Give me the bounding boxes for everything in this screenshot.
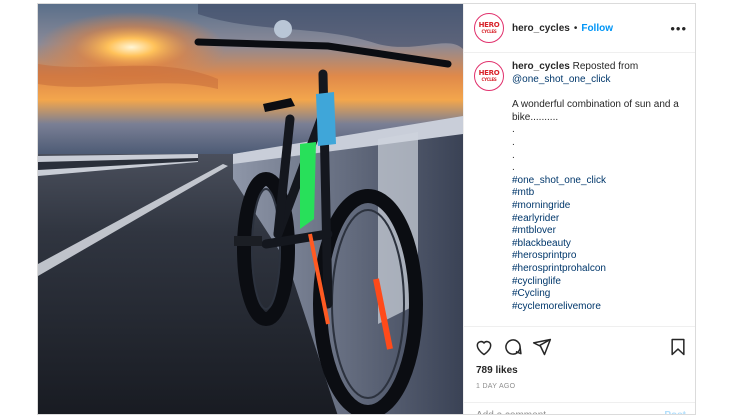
share-icon[interactable] (532, 337, 552, 357)
caption-avatar[interactable]: HERO CYCLES (474, 61, 504, 91)
hero-cycles-logo: HERO CYCLES (478, 69, 500, 83)
account-avatar[interactable]: HERO CYCLES (474, 13, 504, 43)
logo-bottom: CYCLES (481, 77, 497, 82)
post-sidebar: HERO CYCLES hero_cycles • Follow ••• HER… (463, 4, 695, 414)
hashtag-link[interactable]: #earlyrider (512, 213, 682, 226)
hashtag-link[interactable]: #mtb (512, 187, 682, 200)
hashtag-link[interactable]: #cyclinglife (512, 276, 682, 289)
more-options-icon[interactable]: ••• (670, 21, 687, 36)
caption-dots: . . . . (512, 124, 682, 174)
caption: HERO CYCLES hero_cycles Reposted from @o… (464, 53, 695, 313)
hashtag-link[interactable]: #herosprintprohalcon (512, 263, 682, 276)
hashtag-link[interactable]: #blackbeauty (512, 238, 682, 251)
logo-bottom: CYCLES (481, 29, 497, 34)
source-handle-link[interactable]: @one_shot_one_click (512, 74, 611, 85)
hashtag-link[interactable]: #Cycling (512, 288, 682, 301)
caption-dot: . (512, 162, 515, 174)
hashtag-link[interactable]: #herosprintpro (512, 250, 682, 263)
hashtag-link[interactable]: #one_shot_one_click (512, 175, 682, 188)
separator-dot: • (573, 22, 578, 34)
post-comment-button[interactable]: Post (664, 404, 686, 414)
reposted-text: Reposted from (572, 61, 639, 72)
caption-dot: . (512, 136, 515, 148)
post-actions-section: 789 likes 1 DAY AGO Post (464, 326, 695, 414)
heart-icon[interactable] (474, 337, 494, 357)
bicycle-sunset-photo (38, 4, 463, 414)
post-date[interactable]: 1 DAY AGO (464, 376, 695, 390)
hashtag-link[interactable]: #mtblover (512, 225, 682, 238)
bookmark-icon[interactable] (668, 337, 688, 357)
caption-username[interactable]: hero_cycles (512, 61, 570, 72)
caption-dot: . (512, 124, 515, 136)
action-bar (464, 327, 695, 359)
instagram-post: HERO CYCLES hero_cycles • Follow ••• HER… (37, 3, 696, 415)
hero-cycles-logo: HERO CYCLES (478, 21, 500, 35)
caption-text: A wonderful combination of sun and a bik… (512, 99, 679, 123)
post-photo[interactable] (38, 4, 463, 414)
post-header: HERO CYCLES hero_cycles • Follow ••• (464, 4, 695, 53)
add-comment-row: Post (464, 402, 695, 414)
logo-top: HERO (478, 21, 500, 29)
hashtag-list: #one_shot_one_click #mtb #morningride #e… (512, 175, 682, 314)
hashtag-link[interactable]: #cyclemorelivemore (512, 301, 682, 314)
comment-input[interactable] (476, 404, 646, 414)
caption-body: hero_cycles Reposted from @one_shot_one_… (512, 61, 682, 313)
logo-top: HERO (478, 69, 500, 77)
hashtag-link[interactable]: #morningride (512, 200, 682, 213)
caption-dot: . (512, 149, 515, 161)
follow-button[interactable]: Follow (581, 23, 613, 34)
comment-icon[interactable] (503, 337, 523, 357)
likes-count[interactable]: 789 likes (464, 359, 695, 376)
account-username[interactable]: hero_cycles (512, 23, 570, 34)
